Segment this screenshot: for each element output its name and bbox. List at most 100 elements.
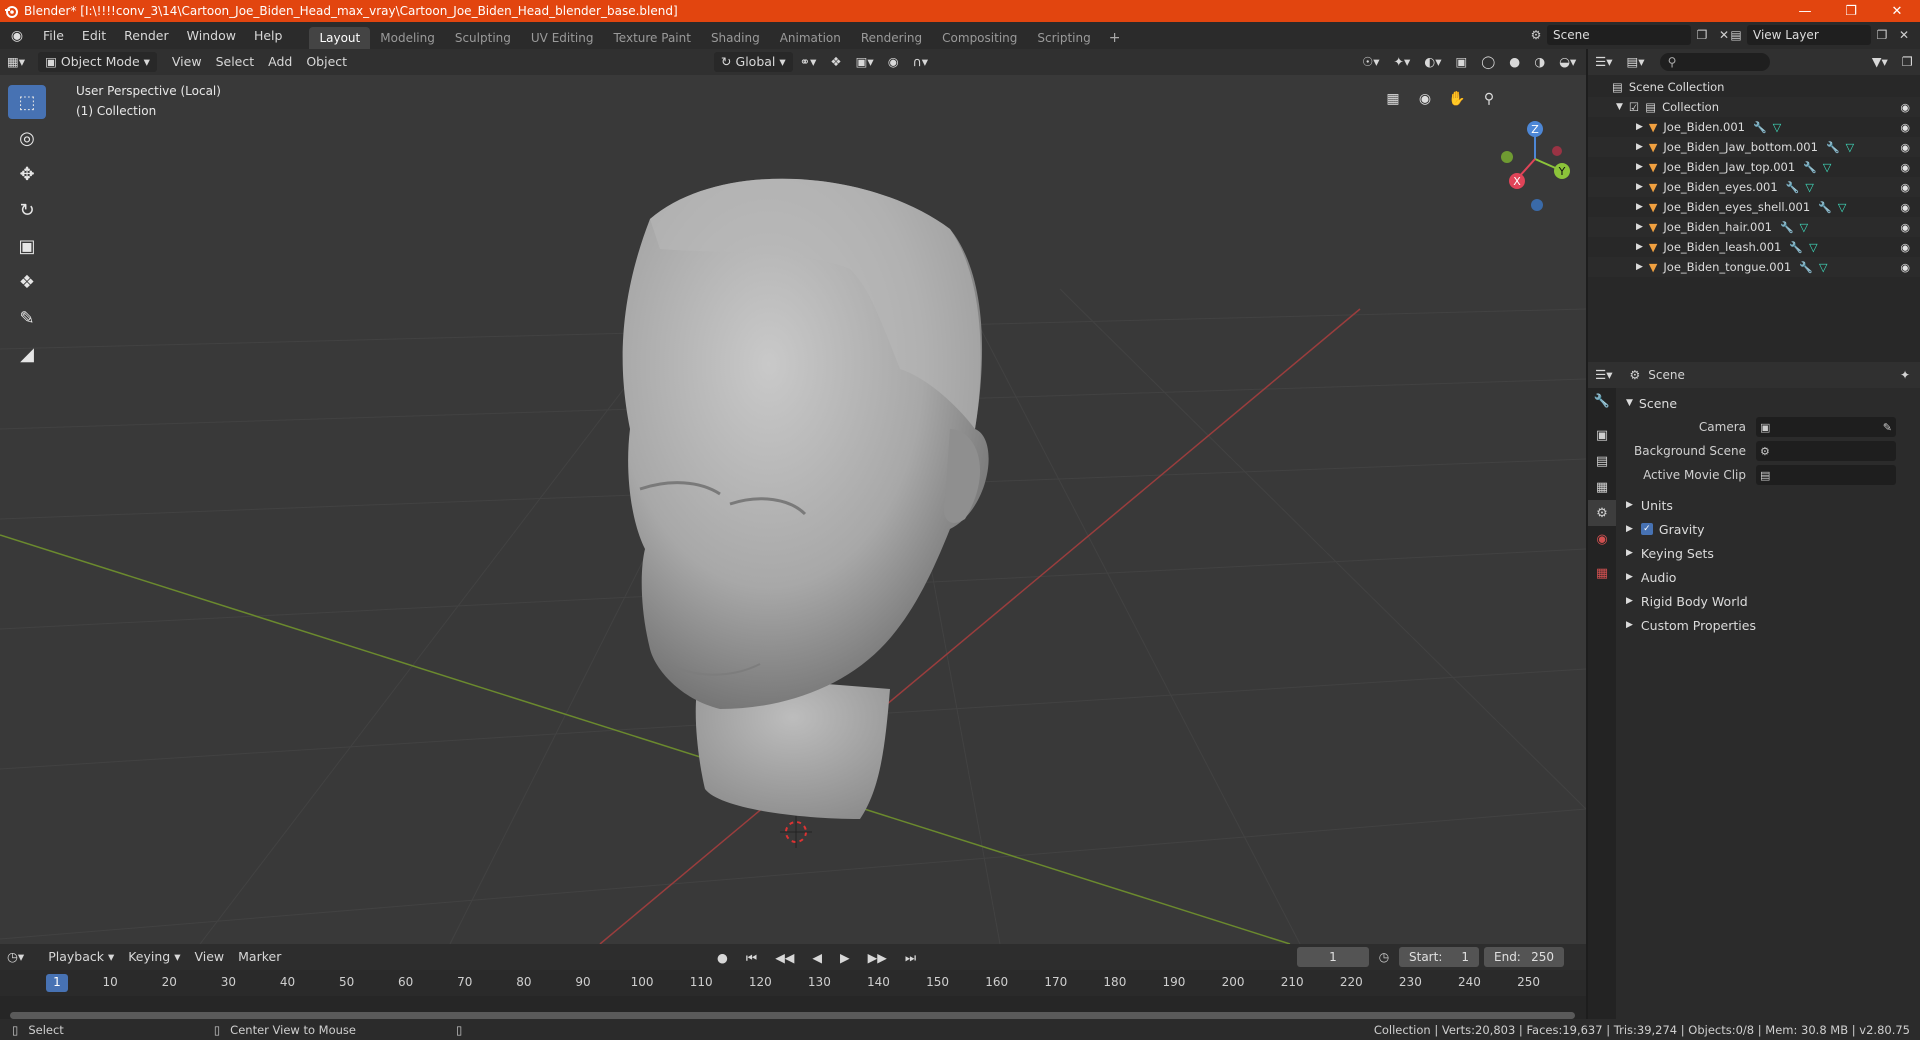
viewport-menu-add[interactable]: Add: [261, 52, 299, 72]
end-frame-field[interactable]: End: 250: [1484, 947, 1564, 967]
timeline-menu-marker[interactable]: Marker: [231, 947, 288, 967]
timeline-menu-view[interactable]: View: [187, 947, 231, 967]
jump-start-icon[interactable]: ⏮: [739, 948, 764, 968]
toggle-camera-view-icon[interactable]: ▦: [1380, 86, 1406, 112]
tab-scripting[interactable]: Scripting: [1027, 27, 1100, 49]
audio-panel-header[interactable]: ▶ Audio: [1626, 566, 1676, 588]
mesh-data-icon[interactable]: ▽: [1809, 241, 1817, 254]
camera-field[interactable]: ▣ ✎: [1756, 417, 1896, 437]
timeline-menu-playback[interactable]: Playback ▾: [41, 947, 121, 967]
scene-panel-header[interactable]: ▼ Scene: [1626, 392, 1677, 414]
outliner-object-row[interactable]: ▶ ▼ Joe_Biden.001 🔧 ▽ ◉: [1588, 117, 1920, 137]
visibility-eye-icon[interactable]: ◉: [1900, 181, 1910, 194]
timeline-scrollbar[interactable]: [10, 1012, 1575, 1019]
timeline-editor-type-icon[interactable]: ◷▾: [0, 947, 31, 967]
outliner-object-row[interactable]: ▶ ▼ Joe_Biden_hair.001 🔧 ▽ ◉: [1588, 217, 1920, 237]
active-movie-clip-field[interactable]: ▤: [1756, 465, 1896, 485]
rotate-tool-icon[interactable]: ↻: [8, 193, 46, 227]
custom-properties-panel-header[interactable]: ▶ Custom Properties: [1626, 614, 1756, 636]
measure-tool-icon[interactable]: ◢: [8, 337, 46, 371]
texture-tab-icon[interactable]: ▦: [1588, 560, 1616, 586]
visibility-eye-icon[interactable]: ◉: [1900, 241, 1910, 254]
outliner-object-row[interactable]: ▶ ▼ Joe_Biden_eyes_shell.001 🔧 ▽ ◉: [1588, 197, 1920, 217]
prev-keyframe-icon[interactable]: ◀◀: [768, 948, 801, 968]
modifier-wrench-icon[interactable]: 🔧: [1780, 221, 1794, 234]
view-layer-field[interactable]: View Layer: [1747, 25, 1871, 45]
pan-hand-icon[interactable]: ✋: [1444, 86, 1470, 112]
timeline-menu-keying[interactable]: Keying ▾: [121, 947, 187, 967]
outliner-collection[interactable]: ▼ ☑ ▤ Collection ◉: [1588, 97, 1920, 117]
select-box-tool-icon[interactable]: ⬚: [8, 85, 46, 119]
outliner-search-input[interactable]: ⚲: [1659, 53, 1770, 71]
scene-tab-icon[interactable]: ⚙: [1588, 500, 1616, 526]
tab-texture-paint[interactable]: Texture Paint: [604, 27, 701, 49]
timeline-ruler[interactable]: 1 10 20 30 40 50 60 70 80 90 100 110 120 130 140 150 160…: [0, 970, 1586, 996]
modifier-wrench-icon[interactable]: 🔧: [1826, 141, 1840, 154]
expand-arrow-icon[interactable]: ▶: [1636, 162, 1643, 172]
expand-arrow-icon[interactable]: ▶: [1636, 182, 1643, 192]
mesh-data-icon[interactable]: ▽: [1838, 201, 1846, 214]
menu-window[interactable]: Window: [178, 28, 245, 43]
tab-modeling[interactable]: Modeling: [370, 27, 445, 49]
material-shading-icon[interactable]: ◑: [1527, 52, 1552, 72]
outliner-object-row[interactable]: ▶ ▼ Joe_Biden_eyes.001 🔧 ▽ ◉: [1588, 177, 1920, 197]
proportional-edit-icon[interactable]: ◉: [881, 52, 906, 72]
modifier-wrench-icon[interactable]: 🔧: [1803, 161, 1817, 174]
jump-end-icon[interactable]: ⏭: [898, 948, 923, 968]
transform-tool-icon[interactable]: ❖: [8, 265, 46, 299]
gravity-panel-header[interactable]: ▶ ✓ Gravity: [1626, 518, 1705, 540]
play-reverse-icon[interactable]: ◀: [805, 948, 829, 968]
tab-layout[interactable]: Layout: [309, 27, 371, 49]
next-keyframe-icon[interactable]: ▶▶: [861, 948, 894, 968]
proportional-falloff-icon[interactable]: ∩▾: [906, 52, 935, 72]
play-icon[interactable]: ▶: [833, 948, 857, 968]
expand-arrow-icon[interactable]: ▼: [1616, 102, 1623, 112]
new-scene-icon[interactable]: ❐: [1691, 25, 1713, 45]
tab-compositing[interactable]: Compositing: [932, 27, 1027, 49]
rendered-shading-icon[interactable]: ◒▾: [1552, 52, 1583, 72]
expand-arrow-icon[interactable]: ▶: [1636, 262, 1643, 272]
tab-animation[interactable]: Animation: [770, 27, 851, 49]
mesh-data-icon[interactable]: ▽: [1819, 261, 1827, 274]
view-layer-tab-icon[interactable]: ▦: [1588, 474, 1616, 500]
expand-arrow-icon[interactable]: ▶: [1636, 122, 1643, 132]
blender-menu-icon[interactable]: ◉: [0, 28, 34, 44]
modifier-wrench-icon[interactable]: 🔧: [1789, 241, 1803, 254]
expand-arrow-icon[interactable]: ▶: [1636, 222, 1643, 232]
viewport-menu-view[interactable]: View: [165, 52, 209, 72]
modifier-wrench-icon[interactable]: 🔧: [1753, 121, 1767, 134]
3d-viewport[interactable]: Z Y X ▦▾ ▣ Object Mode ▾ View Select Add…: [0, 49, 1586, 944]
tab-rendering[interactable]: Rendering: [851, 27, 932, 49]
solid-shading-icon[interactable]: ●: [1502, 52, 1527, 72]
tab-shading[interactable]: Shading: [701, 27, 770, 49]
outliner-object-row[interactable]: ▶ ▼ Joe_Biden_leash.001 🔧 ▽ ◉: [1588, 237, 1920, 257]
tab-uv-editing[interactable]: UV Editing: [521, 27, 604, 49]
rigid-body-world-panel-header[interactable]: ▶ Rigid Body World: [1626, 590, 1748, 612]
close-window-button[interactable]: ✕: [1874, 0, 1920, 22]
outliner-object-row[interactable]: ▶ ▼ Joe_Biden_Jaw_top.001 🔧 ▽ ◉: [1588, 157, 1920, 177]
new-collection-icon[interactable]: ❐: [1895, 52, 1920, 72]
menu-render[interactable]: Render: [115, 28, 178, 43]
expand-arrow-icon[interactable]: ▶: [1636, 202, 1643, 212]
viewport-menu-object[interactable]: Object: [299, 52, 354, 72]
current-frame-field[interactable]: 1: [1297, 947, 1369, 967]
object-mode-dropdown[interactable]: ▣ Object Mode ▾: [38, 52, 157, 72]
mesh-data-icon[interactable]: ▽: [1800, 221, 1808, 234]
minimize-button[interactable]: —: [1782, 0, 1828, 22]
xray-toggle-icon[interactable]: ▣: [1448, 52, 1474, 72]
record-icon[interactable]: ●: [710, 948, 735, 968]
visibility-icon[interactable]: ☉▾: [1355, 52, 1386, 72]
view-layer-icon[interactable]: ▤: [1725, 25, 1747, 45]
expand-arrow-icon[interactable]: ▶: [1636, 242, 1643, 252]
display-mode-icon[interactable]: ▤▾: [1619, 52, 1651, 72]
expand-arrow-icon[interactable]: ▶: [1636, 142, 1643, 152]
mesh-data-icon[interactable]: ▽: [1805, 181, 1813, 194]
outliner-object-row[interactable]: ▶ ▼ Joe_Biden_tongue.001 🔧 ▽ ◉: [1588, 257, 1920, 277]
properties-editor-type-icon[interactable]: ☰▾: [1588, 365, 1619, 385]
render-tab-icon[interactable]: ▣: [1588, 422, 1616, 448]
scale-tool-icon[interactable]: ▣: [8, 229, 46, 263]
mesh-data-icon[interactable]: ▽: [1846, 141, 1854, 154]
cursor-tool-icon[interactable]: ◎: [8, 121, 46, 155]
new-view-layer-icon[interactable]: ❐: [1871, 25, 1893, 45]
units-panel-header[interactable]: ▶ Units: [1626, 494, 1673, 516]
